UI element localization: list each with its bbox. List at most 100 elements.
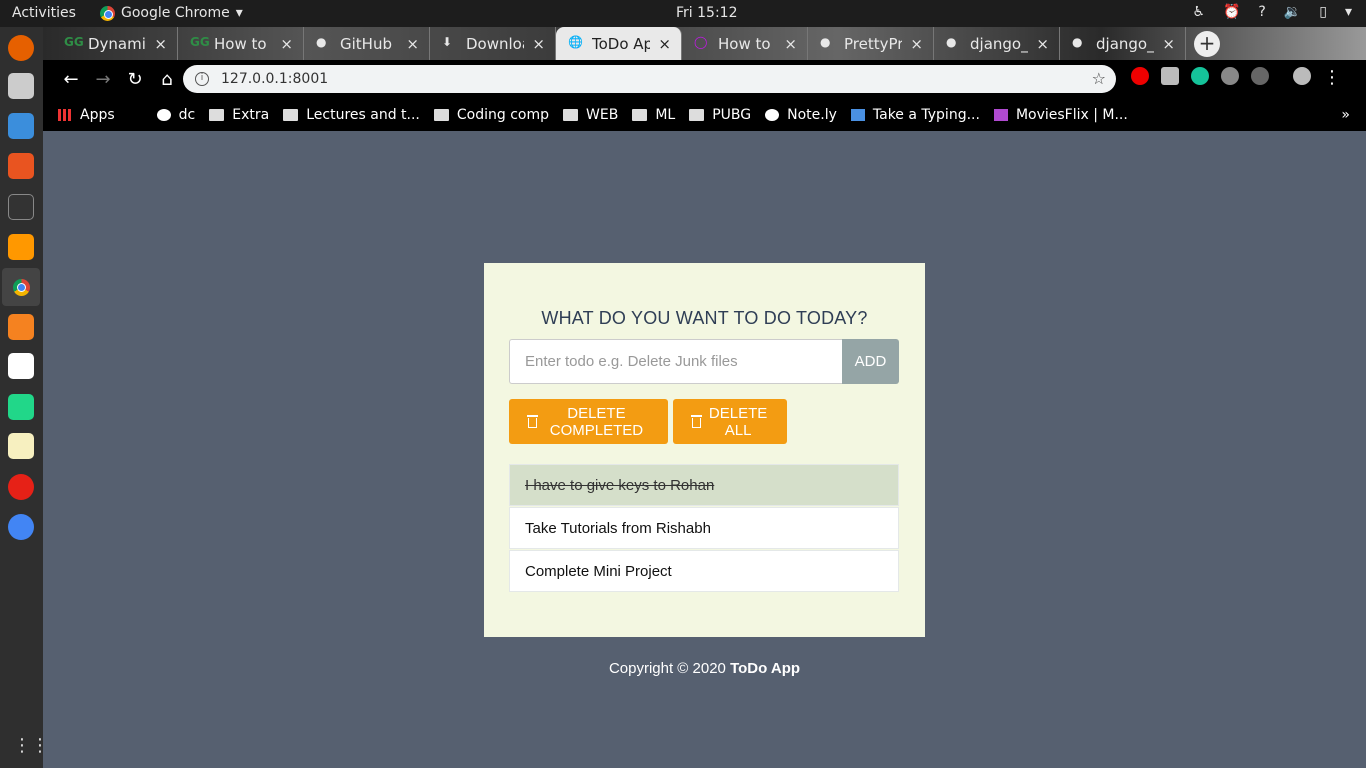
bookmark-item[interactable]: ML bbox=[632, 107, 675, 123]
bookmark-item[interactable]: WEB bbox=[563, 107, 618, 123]
notes-icon[interactable] bbox=[8, 433, 34, 459]
browser-tab[interactable]: ● django_t × bbox=[934, 27, 1060, 60]
video-extension-icon[interactable] bbox=[1161, 67, 1179, 85]
delete-all-button[interactable]: DELETE ALL bbox=[673, 399, 787, 444]
bookmarks-overflow-icon[interactable]: » bbox=[1341, 107, 1350, 123]
bookmark-label: Note.ly bbox=[787, 106, 837, 123]
firefox-icon[interactable] bbox=[8, 35, 34, 61]
todo-card: WHAT DO YOU WANT TO DO TODAY? ADD DELETE… bbox=[484, 263, 925, 637]
address-bar[interactable]: i 127.0.0.1:8001 ☆ bbox=[183, 65, 1116, 93]
bookmark-item[interactable]: Extra bbox=[209, 107, 269, 123]
close-icon[interactable]: × bbox=[910, 35, 923, 53]
browser-tab[interactable]: GG How to s × bbox=[178, 27, 304, 60]
bookmark-item[interactable]: Lectures and t... bbox=[283, 107, 420, 123]
folder-icon bbox=[283, 108, 299, 121]
terminal-icon[interactable] bbox=[8, 194, 34, 220]
footer-copyright: Copyright © 2020 bbox=[608, 660, 731, 677]
bookmark-item[interactable]: MoviesFlix | M... bbox=[993, 107, 1128, 123]
browser-tab[interactable]: ● django_t × bbox=[1060, 27, 1186, 60]
todo-list: I have to give keys to Rohan Take Tutori… bbox=[509, 464, 899, 593]
tab-strip: GG Dynamic × GG How to s × ● GitHub × ⬇ Downloa × 🌐 T… bbox=[43, 27, 1366, 60]
adblock-icon[interactable] bbox=[1131, 67, 1149, 85]
vlc-icon[interactable] bbox=[8, 314, 34, 340]
bookmark-item[interactable]: dc bbox=[156, 107, 195, 123]
info-icon[interactable]: i bbox=[195, 72, 209, 86]
todo-item[interactable]: Take Tutorials from Rishabh bbox=[509, 507, 899, 549]
browser-tab[interactable]: GG Dynamic × bbox=[52, 27, 178, 60]
close-icon[interactable]: × bbox=[280, 35, 293, 53]
battery-icon[interactable]: ▯ bbox=[1319, 4, 1327, 20]
reload-icon[interactable]: ↻ bbox=[119, 69, 151, 90]
bookmark-item[interactable]: Take a Typing... bbox=[850, 107, 980, 123]
bookmark-label: Extra bbox=[232, 106, 270, 123]
folder-icon bbox=[433, 108, 449, 121]
browser-tab[interactable]: ● PrettyPri × bbox=[808, 27, 934, 60]
close-icon[interactable]: × bbox=[658, 35, 671, 53]
files-icon[interactable] bbox=[8, 73, 34, 99]
browser-tab[interactable]: ● GitHub × bbox=[304, 27, 430, 60]
close-icon[interactable]: × bbox=[154, 35, 167, 53]
mail-extension-icon[interactable] bbox=[1221, 67, 1239, 85]
trash-icon bbox=[691, 414, 703, 429]
github-icon: ● bbox=[1072, 35, 1083, 49]
system-tray[interactable]: ♿︎ ⏰ ? 🔉 ▯ ▾ bbox=[1192, 4, 1352, 20]
system-topbar: Activities Google Chrome ▾ Fri 15:12 ♿︎ … bbox=[0, 0, 1366, 27]
help-icon[interactable]: ? bbox=[1258, 4, 1265, 20]
delete-completed-button[interactable]: DELETE COMPLETED bbox=[509, 399, 668, 444]
bookmark-item[interactable]: Note.ly bbox=[765, 107, 837, 123]
alarm-icon[interactable]: ⏰ bbox=[1223, 4, 1240, 20]
browser-tab[interactable]: ◯ How to S × bbox=[682, 27, 808, 60]
close-icon[interactable]: × bbox=[532, 35, 545, 53]
sublime-icon[interactable] bbox=[8, 234, 34, 260]
browser-tab[interactable]: ⬇ Downloa × bbox=[430, 27, 556, 60]
todo-text: I have to give keys to Rohan bbox=[525, 476, 715, 494]
close-icon[interactable]: × bbox=[784, 35, 797, 53]
close-icon[interactable]: × bbox=[406, 35, 419, 53]
home-icon[interactable]: ⌂ bbox=[151, 69, 183, 90]
accessibility-icon[interactable]: ♿︎ bbox=[1192, 4, 1205, 20]
volume-icon[interactable]: 🔉 bbox=[1284, 4, 1301, 20]
chevron-down-icon[interactable]: ▾ bbox=[1345, 4, 1352, 20]
back-icon[interactable]: ← bbox=[55, 69, 87, 90]
footer-brand[interactable]: ToDo App bbox=[730, 660, 800, 677]
todo-item[interactable]: Complete Mini Project bbox=[509, 550, 899, 592]
activities-button[interactable]: Activities bbox=[12, 5, 76, 21]
bookmark-item[interactable]: Coding comp bbox=[433, 107, 549, 123]
system-clock[interactable]: Fri 15:12 bbox=[676, 5, 737, 21]
globe-icon bbox=[765, 108, 780, 121]
bookmark-item[interactable]: PUBG bbox=[689, 107, 751, 123]
pycharm-icon[interactable] bbox=[8, 394, 34, 420]
chromium-icon[interactable] bbox=[8, 514, 34, 540]
bookmark-star-icon[interactable]: ☆ bbox=[1092, 69, 1106, 88]
close-icon[interactable]: × bbox=[1036, 35, 1049, 53]
close-icon[interactable]: × bbox=[1162, 35, 1175, 53]
todo-input[interactable] bbox=[509, 339, 842, 384]
url-text: 127.0.0.1:8001 bbox=[221, 71, 329, 87]
page-title: WHAT DO YOU WANT TO DO TODAY? bbox=[541, 308, 868, 328]
writer-icon[interactable] bbox=[8, 113, 34, 139]
browser-window: GG Dynamic × GG How to s × ● GitHub × ⬇ Downloa × 🌐 T… bbox=[43, 27, 1366, 131]
tab-label: django_t bbox=[1096, 35, 1155, 53]
chrome-icon bbox=[100, 5, 115, 21]
menu-dots-icon[interactable]: ⋮ bbox=[1323, 67, 1341, 88]
bookmark-item[interactable]: Apps bbox=[58, 107, 115, 123]
software-store-icon[interactable] bbox=[8, 153, 34, 179]
add-button[interactable]: ADD bbox=[842, 339, 899, 384]
apps-grid-icon bbox=[58, 108, 72, 121]
browser-tab[interactable]: 🌐 ToDo Ap × bbox=[556, 27, 682, 60]
forward-icon[interactable]: → bbox=[87, 69, 119, 90]
folder-icon bbox=[209, 108, 225, 121]
new-tab-button[interactable]: + bbox=[1194, 31, 1220, 57]
ubuntu-dock: ⋮⋮⋮ bbox=[0, 27, 67, 768]
youtube-music-icon[interactable] bbox=[8, 474, 34, 500]
font-extension-icon[interactable] bbox=[1251, 67, 1269, 85]
chrome-dock-icon[interactable] bbox=[2, 268, 40, 306]
app-menu[interactable]: Google Chrome ▾ bbox=[100, 5, 243, 21]
profile-avatar-icon[interactable] bbox=[1293, 67, 1311, 85]
tab-label: GitHub bbox=[340, 35, 392, 53]
grammarly-icon[interactable] bbox=[1191, 67, 1209, 85]
editor-icon[interactable] bbox=[8, 353, 34, 379]
todo-item[interactable]: I have to give keys to Rohan bbox=[509, 464, 899, 506]
todo-form: ADD bbox=[509, 339, 899, 384]
folder-icon bbox=[689, 108, 705, 121]
